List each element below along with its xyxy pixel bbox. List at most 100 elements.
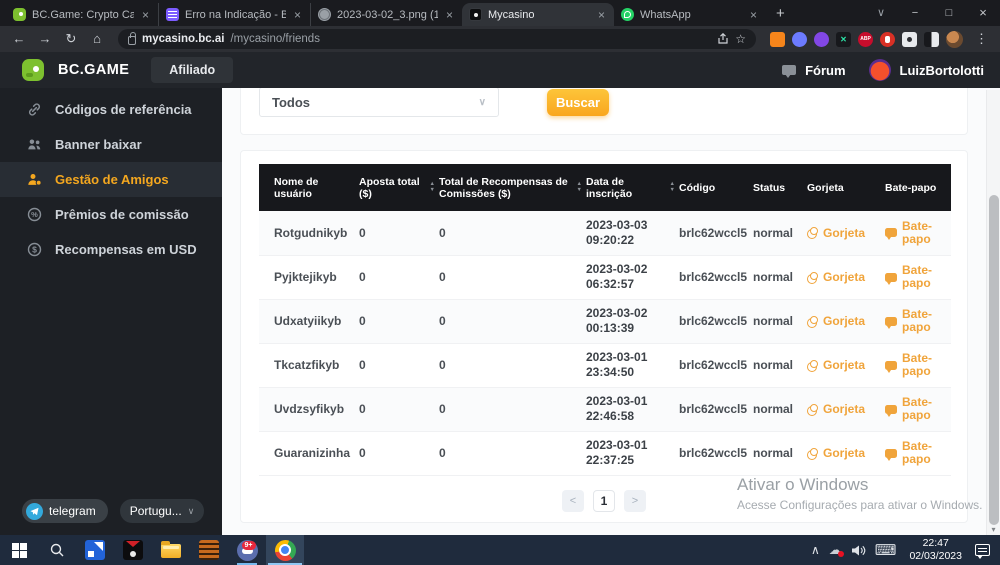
user-avatar[interactable] [869, 59, 891, 81]
brand-name[interactable]: BC.GAME [58, 62, 129, 78]
tip-link[interactable]: Gorjeta [807, 402, 885, 416]
puzzle-extension-icon[interactable] [902, 32, 917, 47]
forward-icon[interactable]: → [34, 28, 56, 50]
chat-taskbar-button[interactable]: 9+ [228, 535, 266, 565]
tray-expand-icon[interactable]: ∧ [811, 543, 820, 557]
phantom-extension-icon[interactable] [792, 32, 807, 47]
share-icon[interactable] [717, 33, 729, 45]
scrollbar-thumb[interactable] [989, 195, 999, 525]
chat-link[interactable]: Bate-papo [885, 440, 951, 466]
stripes-taskbar-button[interactable] [190, 535, 228, 565]
next-page-button[interactable]: > [624, 490, 646, 512]
cloud-sync-icon[interactable]: ☁ [829, 542, 842, 558]
search-taskbar-button[interactable] [38, 535, 76, 565]
cell-status: normal [753, 387, 807, 431]
tab-close-icon[interactable]: × [140, 8, 151, 22]
system-tray: ∧ ☁ ⌨ 22:47 02/03/2023 [811, 535, 1000, 565]
browser-tab[interactable]: BC.Game: Crypto Casino Gan × [6, 3, 158, 26]
chat-link[interactable]: Bate-papo [885, 352, 951, 378]
bcgame-logo-icon[interactable] [22, 59, 44, 81]
scrollbar-down-arrow[interactable]: ▾ [987, 525, 1000, 534]
browser-tab[interactable]: Erro na Indicação - BC.Game × [158, 3, 310, 26]
telegram-button[interactable]: telegram [22, 499, 108, 523]
tip-link[interactable]: Gorjeta [807, 314, 885, 328]
friend-type-select[interactable]: Todos ∨ [259, 88, 499, 117]
prev-page-button[interactable]: < [562, 490, 584, 512]
new-tab-button[interactable]: + [766, 5, 795, 26]
browser-tab[interactable]: 2023-03-02_3.png (1024×76 × [310, 3, 462, 26]
amd-taskbar-button[interactable] [76, 535, 114, 565]
reload-icon[interactable]: ↻ [60, 28, 82, 50]
tab-close-icon[interactable]: × [292, 8, 303, 22]
sort-icon[interactable]: ▲▼ [430, 182, 435, 193]
tip-link[interactable]: Gorjeta [807, 446, 885, 460]
tab-close-icon[interactable]: × [444, 8, 455, 22]
current-page[interactable]: 1 [593, 490, 615, 512]
column-header[interactable]: Total de Recompensas de Comissões ($)▲▼ [439, 164, 586, 211]
wallet-extension-icon[interactable] [814, 32, 829, 47]
chat-link[interactable]: Bate-papo [885, 264, 951, 290]
page-scrollbar[interactable]: ▾ [986, 90, 1000, 535]
browser-tab[interactable]: Mycasino × [462, 3, 614, 26]
tab-close-icon[interactable]: × [596, 8, 607, 22]
browser-toolbar: ← → ↻ ⌂ mycasino.bc.ai /mycasino/friends… [0, 26, 1000, 52]
address-bar[interactable]: mycasino.bc.ai /mycasino/friends ☆ [118, 29, 756, 49]
chat-link[interactable]: Bate-papo [885, 396, 951, 422]
exodus-extension-icon[interactable]: ✕ [836, 32, 851, 47]
chat-bubble-icon [885, 361, 897, 370]
sidebar-item-c-digos-de-refer-ncia[interactable]: Códigos de referência [0, 92, 222, 127]
sort-icon[interactable]: ▲▼ [577, 182, 582, 193]
cell-code: brlc62wccl5 [679, 255, 753, 299]
game-taskbar-button[interactable] [114, 535, 152, 565]
column-header[interactable]: Aposta total ($)▲▼ [359, 164, 439, 211]
tip-link[interactable]: Gorjeta [807, 226, 885, 240]
search-button[interactable]: Buscar [547, 89, 609, 116]
sidebar-item-banner-baixar[interactable]: Banner baixar [0, 127, 222, 162]
chat-bubble-icon [885, 317, 897, 326]
sidebar-item-label: Banner baixar [55, 137, 142, 152]
tip-link[interactable]: Gorjeta [807, 270, 885, 284]
sidebar-item-pr-mios-de-comiss-o[interactable]: % Prêmios de comissão [0, 197, 222, 232]
tab-close-icon[interactable]: × [748, 8, 759, 22]
avatar-extension-icon[interactable] [946, 31, 963, 48]
browser-tab[interactable]: WhatsApp × [614, 3, 766, 26]
metamask-extension-icon[interactable] [770, 32, 785, 47]
sort-icon[interactable]: ▲▼ [670, 182, 675, 193]
desktop: BC.Game: Crypto Casino Gan × Erro na Ind… [0, 0, 1000, 565]
folder-taskbar-button[interactable] [152, 535, 190, 565]
username-label[interactable]: LuizBortolotti [900, 63, 984, 78]
taskbar-clock[interactable]: 22:47 02/03/2023 [905, 537, 966, 563]
cell-username: Udxatyiikyb [259, 299, 359, 343]
close-button[interactable]: × [966, 0, 1000, 26]
chat-link[interactable]: Bate-papo [885, 308, 951, 334]
tip-link[interactable]: Gorjeta [807, 358, 885, 372]
forum-chat-icon[interactable] [782, 65, 796, 75]
column-header[interactable]: Data de inscrição▲▼ [586, 164, 679, 211]
forum-link[interactable]: Fórum [805, 63, 845, 78]
browser-menu-icon[interactable]: ⋮ [971, 31, 992, 47]
action-center-icon[interactable] [975, 544, 990, 556]
start-taskbar-button[interactable] [0, 535, 38, 565]
minimize-button[interactable]: − [898, 0, 932, 26]
cell-username: Tkcatzfikyb [259, 343, 359, 387]
sidebar-item-gest-o-de-amigos[interactable]: Gestão de Amigos [0, 162, 222, 197]
language-selector[interactable]: Portugu... ∨ [120, 499, 205, 523]
tab-search-icon[interactable]: ∨ [864, 0, 898, 26]
stophand-extension-icon[interactable] [880, 32, 895, 47]
select-value: Todos [272, 95, 310, 110]
home-icon[interactable]: ⌂ [86, 28, 108, 50]
affiliate-button[interactable]: Afiliado [151, 57, 233, 83]
maximize-button[interactable]: □ [932, 0, 966, 26]
volume-icon[interactable] [851, 544, 866, 557]
chrome-taskbar-button[interactable] [266, 535, 304, 565]
chat-link[interactable]: Bate-papo [885, 220, 951, 246]
adblock-extension-icon[interactable]: ABP [858, 32, 873, 47]
sidebar-item-recompensas-em-usd[interactable]: $ Recompensas em USD [0, 232, 222, 267]
keyboard-icon[interactable]: ⌨ [875, 541, 897, 559]
back-icon[interactable]: ← [8, 28, 30, 50]
darkreader-extension-icon[interactable] [924, 32, 939, 47]
sidebar-item-label: Prêmios de comissão [55, 207, 189, 222]
column-header: Nome de usuário [259, 164, 359, 211]
bookmark-star-icon[interactable]: ☆ [735, 32, 746, 46]
tab-title: BC.Game: Crypto Casino Gan [32, 9, 134, 21]
